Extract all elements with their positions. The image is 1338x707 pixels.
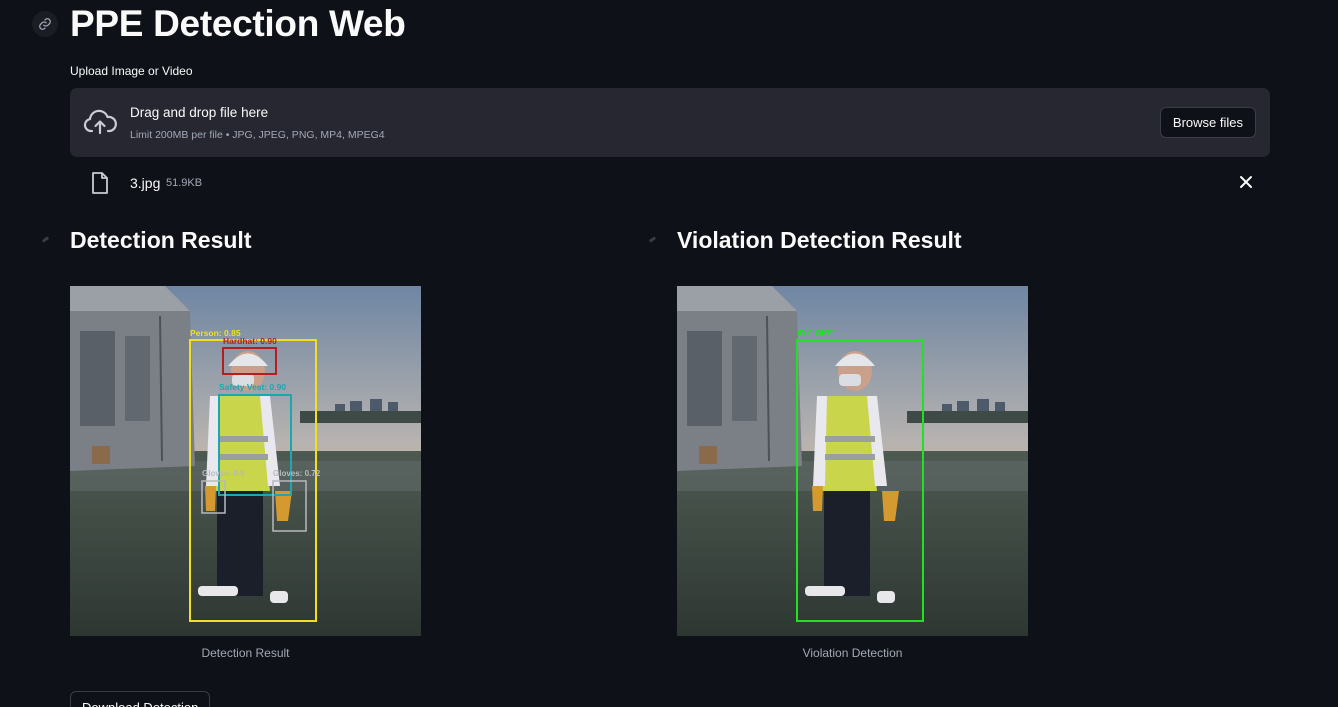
detection-heading: Detection Result bbox=[70, 227, 252, 253]
hardhat-box-label: Hardhat: 0.90 bbox=[223, 336, 277, 346]
dropzone-limit-text: Limit 200MB per file • JPG, JPEG, PNG, M… bbox=[130, 129, 385, 141]
violation-result-image: ID 0 OKE bbox=[677, 286, 1028, 636]
dropzone-title: Drag and drop file here bbox=[130, 105, 269, 120]
link-icon[interactable] bbox=[32, 11, 58, 37]
cloud-upload-icon bbox=[83, 109, 117, 140]
app-page: PPE Detection Web Upload Image or Video … bbox=[0, 0, 1338, 707]
uploaded-file-row: 3.jpg 51.9KB bbox=[70, 168, 1270, 198]
file-icon bbox=[91, 172, 109, 199]
detection-caption: Detection Result bbox=[201, 646, 290, 660]
ok-box-label: ID 0 OKE bbox=[797, 328, 834, 338]
file-size: 51.9KB bbox=[166, 177, 203, 189]
page-title: PPE Detection Web bbox=[70, 3, 406, 44]
vest-box-label: Safety Vest: 0.90 bbox=[219, 382, 286, 392]
glove-left-box-label: Gloves: 0.6 bbox=[202, 469, 245, 478]
uploader-label: Upload Image or Video bbox=[70, 64, 193, 78]
browse-files-button[interactable]: Browse files bbox=[1159, 107, 1256, 138]
download-detection-button[interactable]: Download Detection bbox=[70, 691, 211, 707]
close-icon[interactable] bbox=[1239, 175, 1253, 189]
heading-anchor-icon[interactable] bbox=[41, 236, 50, 243]
heading-anchor-icon[interactable] bbox=[648, 236, 657, 243]
violation-heading: Violation Detection Result bbox=[677, 227, 962, 253]
detection-result-image: Person: 0.85 Hardhat: 0.90 Safety Vest: … bbox=[70, 286, 421, 636]
glove-right-box-label: Gloves: 0.72 bbox=[273, 469, 321, 478]
violation-caption: Violation Detection bbox=[802, 646, 903, 660]
file-name: 3.jpg bbox=[130, 175, 161, 191]
file-dropzone[interactable]: Drag and drop file here Limit 200MB per … bbox=[70, 88, 1270, 157]
